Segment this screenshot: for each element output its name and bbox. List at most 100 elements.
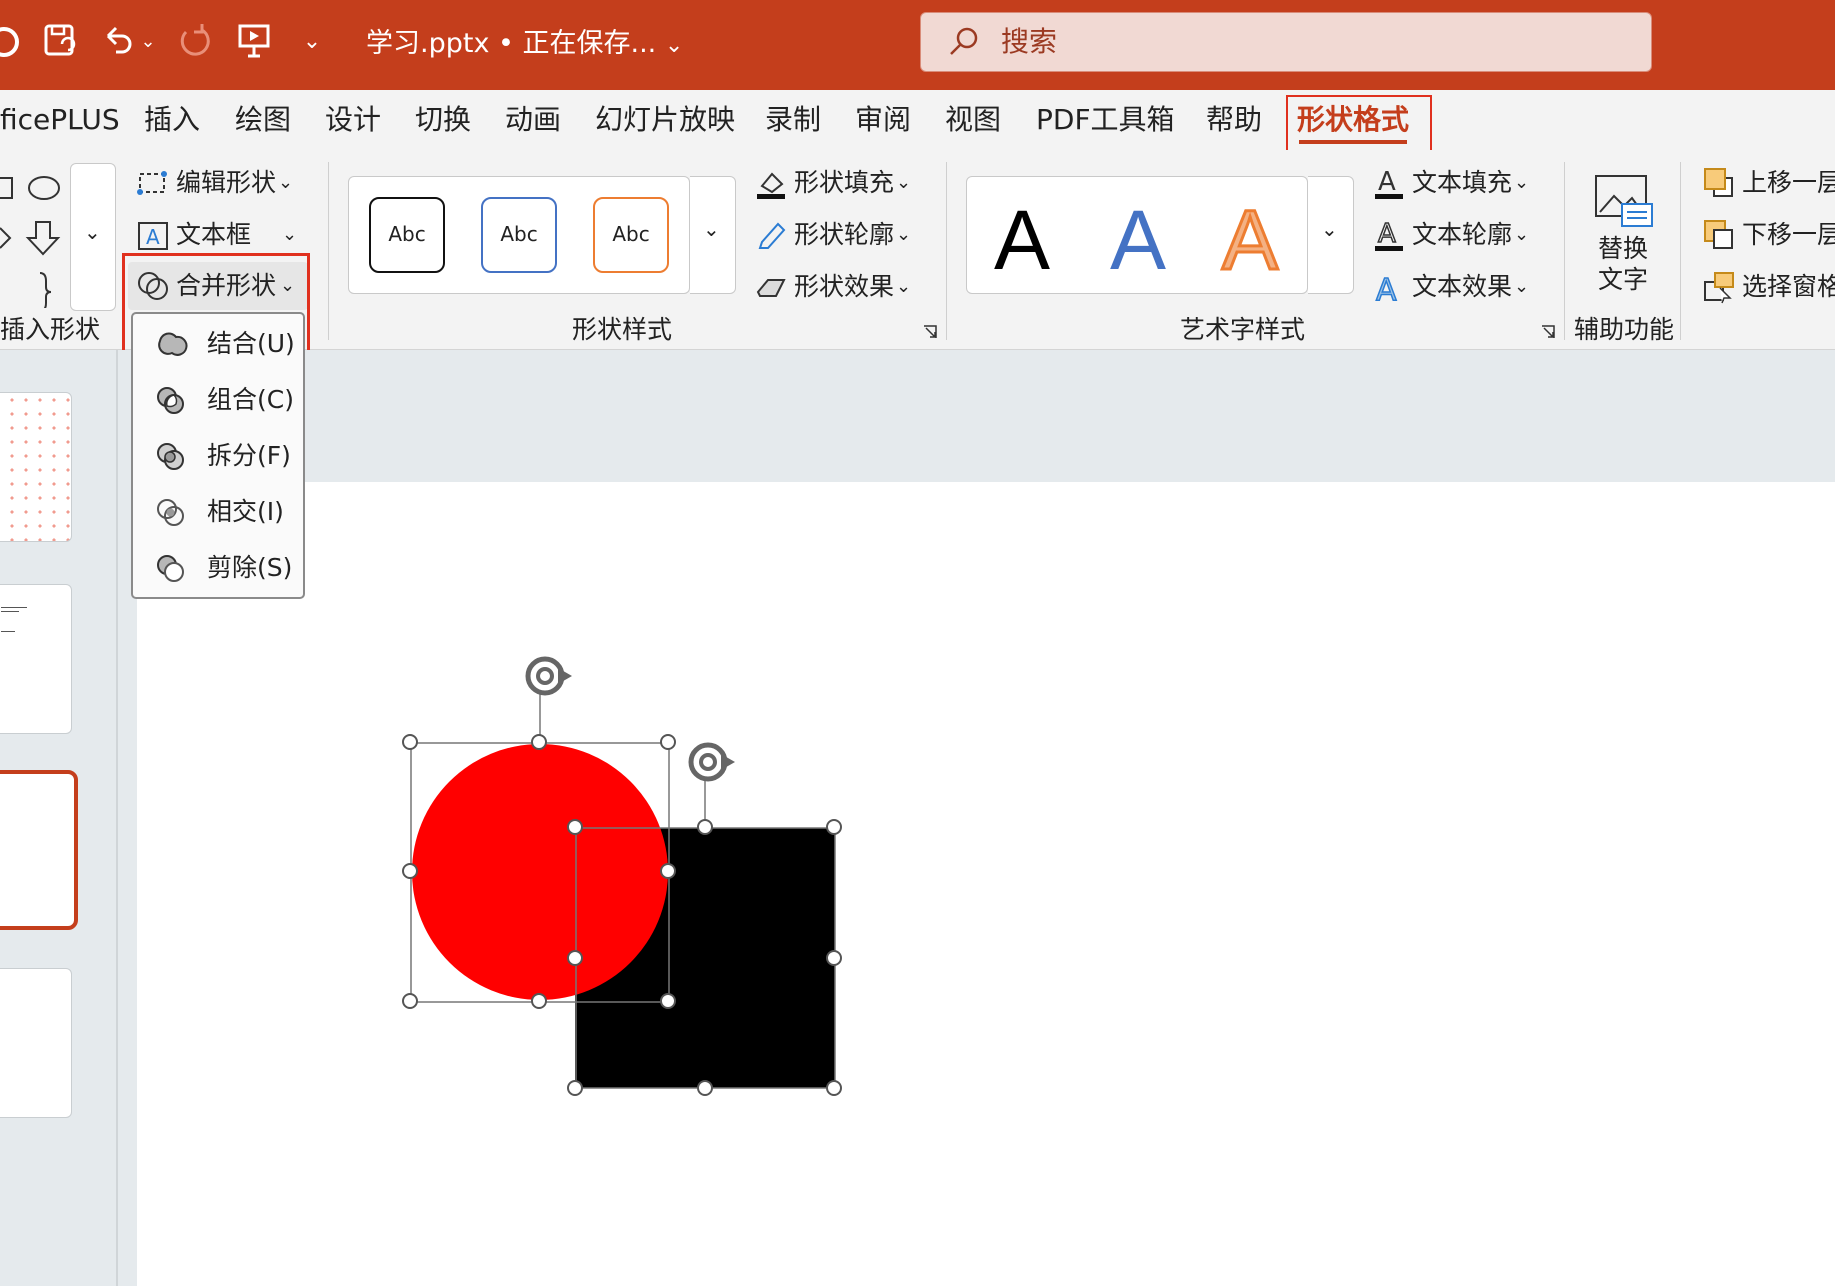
selection-pane-button[interactable]: 选择窗格 xyxy=(1742,270,1835,304)
slide-thumbnail-selected[interactable] xyxy=(0,770,78,930)
shape-style-blue[interactable]: Abc xyxy=(481,197,557,273)
slide-thumbnail[interactable] xyxy=(0,584,72,734)
fragment-icon xyxy=(157,443,184,470)
merge-shapes-menu: 结合(U) 组合(C) 拆分(F) 相交(I) 剪除(S) xyxy=(131,312,305,599)
thumbnail-text-line xyxy=(1,607,27,608)
save-icon[interactable] xyxy=(38,20,82,64)
text-fill-button[interactable]: 文本填充 xyxy=(1412,166,1512,200)
shape-styles-more-button[interactable]: ⌄ xyxy=(690,176,736,294)
tab-design[interactable]: 设计 xyxy=(325,98,381,142)
send-backward-button[interactable]: 下移一层 xyxy=(1742,218,1835,252)
tab-officeplus[interactable]: ficePLUS xyxy=(0,98,120,142)
tab-animations[interactable]: 动画 xyxy=(505,98,561,142)
resize-handle[interactable] xyxy=(567,1080,583,1096)
menu-item-union[interactable]: 结合(U) xyxy=(133,317,303,373)
wordart-style-blue[interactable]: A xyxy=(1110,190,1166,290)
alt-text-icon xyxy=(1595,175,1653,227)
menu-item-label: 拆分(F) xyxy=(207,441,291,470)
menu-item-intersect[interactable]: 相交(I) xyxy=(133,485,303,541)
resize-handle[interactable] xyxy=(402,734,418,750)
thumbnail-text-line xyxy=(1,611,19,612)
shape-style-orange[interactable]: Abc xyxy=(593,197,669,273)
group-divider xyxy=(328,162,329,340)
text-box-button[interactable]: 文本框 xyxy=(176,218,251,252)
redo-icon[interactable] xyxy=(172,20,216,64)
tab-transitions[interactable]: 切换 xyxy=(415,98,471,142)
tab-slideshow[interactable]: 幻灯片放映 xyxy=(595,98,735,142)
search-input[interactable]: 搜索 xyxy=(920,12,1652,72)
alt-text-button-line2[interactable]: 文字 xyxy=(1598,263,1648,297)
resize-handle[interactable] xyxy=(826,819,842,835)
document-title-text: 学习.pptx • 正在保存... xyxy=(366,28,657,59)
send-backward-icon xyxy=(1704,220,1733,249)
menu-item-combine[interactable]: 组合(C) xyxy=(133,373,303,429)
bring-forward-button[interactable]: 上移一层 xyxy=(1742,166,1835,200)
wordart-styles-more-button[interactable]: ⌄ xyxy=(1308,176,1354,294)
thumbnail-text-line xyxy=(1,631,15,632)
resize-handle[interactable] xyxy=(567,950,583,966)
document-title[interactable]: 学习.pptx • 正在保存... ⌄ xyxy=(366,24,683,66)
present-from-start-icon[interactable] xyxy=(232,20,276,64)
resize-handle[interactable] xyxy=(697,1080,713,1096)
resize-handle[interactable] xyxy=(567,819,583,835)
chevron-down-icon: ⌄ xyxy=(664,33,684,58)
tab-help[interactable]: 帮助 xyxy=(1206,98,1262,142)
chevron-down-icon: ⌄ xyxy=(282,224,298,245)
tab-record[interactable]: 录制 xyxy=(765,98,821,142)
shape-style-black[interactable]: Abc xyxy=(369,197,445,273)
undo-icon[interactable] xyxy=(96,20,140,64)
alt-text-button-line1[interactable]: 替换 xyxy=(1598,232,1648,266)
slide-thumbnail[interactable] xyxy=(0,392,72,542)
rotate-handle-icon[interactable] xyxy=(688,742,735,782)
tab-highlight-box xyxy=(1286,95,1432,156)
tab-review[interactable]: 审阅 xyxy=(855,98,911,142)
text-effects-button[interactable]: 文本效果 xyxy=(1412,270,1512,304)
wordart-style-black[interactable]: A xyxy=(994,190,1050,290)
intersect-icon xyxy=(157,499,184,526)
text-outline-button[interactable]: 文本轮廓 xyxy=(1412,218,1512,252)
tab-draw[interactable]: 绘图 xyxy=(235,98,291,142)
group-divider xyxy=(1680,162,1681,340)
shape-fill-button[interactable]: 形状填充 xyxy=(794,166,894,200)
resize-handle[interactable] xyxy=(660,863,676,879)
menu-item-fragment[interactable]: 拆分(F) xyxy=(133,429,303,485)
search-placeholder: 搜索 xyxy=(1001,25,1058,58)
accessibility-group-label: 辅助功能 xyxy=(1574,315,1675,344)
subtract-icon xyxy=(157,555,184,582)
selection-pane-icon xyxy=(1704,272,1734,304)
menu-item-subtract[interactable]: 剪除(S) xyxy=(133,541,303,597)
resize-handle[interactable] xyxy=(660,993,676,1009)
wordart-style-orange[interactable]: A xyxy=(1220,190,1279,290)
edit-shape-button[interactable]: 编辑形状 xyxy=(176,166,276,200)
selected-shapes[interactable] xyxy=(380,650,880,1110)
resize-handle[interactable] xyxy=(402,863,418,879)
shape-effects-button[interactable]: 形状效果 xyxy=(794,270,894,304)
resize-handle[interactable] xyxy=(531,734,547,750)
shapes-gallery[interactable] xyxy=(0,168,70,308)
shape-styles-group-label: 形状样式 xyxy=(572,315,673,344)
tab-pdf-toolbox[interactable]: PDF工具箱 xyxy=(1036,98,1175,142)
resize-handle[interactable] xyxy=(402,993,418,1009)
red-circle[interactable] xyxy=(412,744,668,1000)
autosave-toggle-icon[interactable] xyxy=(0,20,34,64)
wordart-styles-group-label: 艺术字样式 xyxy=(1180,315,1306,344)
tab-view[interactable]: 视图 xyxy=(945,98,1001,142)
resize-handle[interactable] xyxy=(826,1080,842,1096)
dialog-launcher-icon[interactable] xyxy=(922,324,938,340)
shape-outline-button[interactable]: 形状轮廓 xyxy=(794,218,894,252)
rotate-handle-icon[interactable] xyxy=(525,656,572,696)
resize-handle[interactable] xyxy=(697,819,713,835)
resize-handle[interactable] xyxy=(660,734,676,750)
edit-shape-icon xyxy=(136,168,170,200)
undo-dropdown-icon[interactable]: ⌄ xyxy=(136,20,160,64)
resize-handle[interactable] xyxy=(826,950,842,966)
dialog-launcher-icon[interactable] xyxy=(1540,324,1556,340)
slide-thumbnail[interactable] xyxy=(0,968,72,1118)
more-chevron-icon: ⌄ xyxy=(84,220,101,244)
resize-handle[interactable] xyxy=(531,993,547,1009)
menu-item-label: 结合(U) xyxy=(207,329,295,358)
customize-qat-icon[interactable]: ⌄ xyxy=(290,20,334,64)
text-outline-icon: A xyxy=(1375,218,1403,251)
tab-insert[interactable]: 插入 xyxy=(144,98,200,142)
shapes-more-button[interactable]: ⌄ xyxy=(70,163,116,311)
